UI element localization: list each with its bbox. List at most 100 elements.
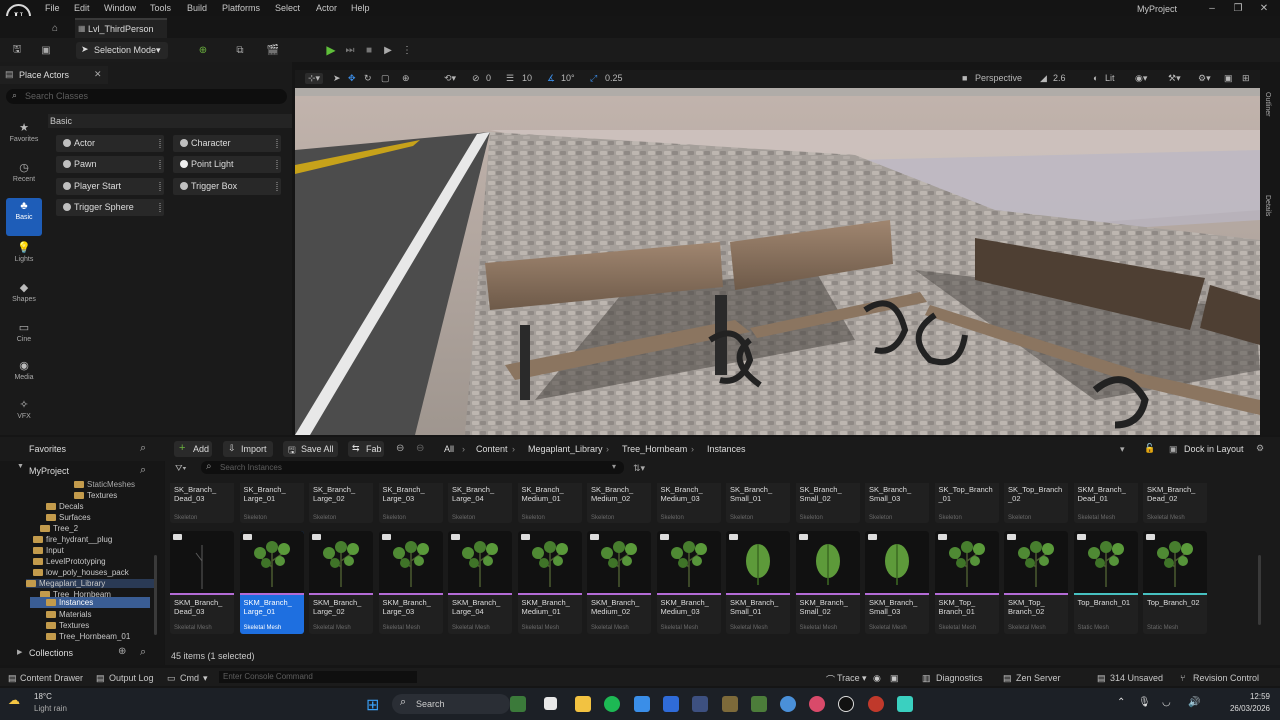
asset-tile[interactable]: SKM_Branch_ Medium_03 Skeletal Mesh — [656, 531, 721, 634]
rotate-snap-value[interactable]: 10° — [561, 73, 575, 83]
translate-tool-icon[interactable]: ✥ — [348, 73, 356, 84]
menu-actor[interactable]: Actor — [316, 3, 337, 13]
asset-tile[interactable]: SKM_Branch_ Large_03 Skeletal Mesh — [378, 531, 443, 634]
level-viewport[interactable] — [295, 70, 1260, 435]
asset-tile[interactable]: SK_Branch_ Small_03 Skeleton — [865, 483, 929, 523]
breadcrumb-all[interactable]: All — [444, 444, 454, 454]
menu-select[interactable]: Select — [275, 3, 300, 13]
scale-snap-icon[interactable]: ⤢ — [590, 73, 597, 84]
actor-item-actor[interactable]: Actor — [56, 135, 164, 152]
asset-tile[interactable]: SKM_Branch_ Small_02 Skeletal Mesh — [795, 531, 860, 634]
asset-tile[interactable]: SK_Branch_ Large_01 Skeleton — [239, 483, 304, 523]
asset-tile[interactable]: SK_Branch_ Medium_02 Skeleton — [587, 483, 651, 523]
content-icon[interactable]: ▣ — [39, 43, 53, 57]
play-options-icon[interactable]: ▶ — [381, 43, 395, 57]
output-log-button[interactable]: Output Log — [109, 673, 154, 683]
menu-window[interactable]: Window — [104, 3, 136, 13]
zen-server-button[interactable]: Zen Server — [1016, 673, 1061, 683]
asset-tile[interactable]: SKM_Top_ Branch_01 Skeletal Mesh — [934, 531, 999, 634]
file-explorer-icon[interactable] — [575, 696, 591, 712]
close-window-icon[interactable]: ✕ — [1258, 2, 1270, 14]
actor-item-character[interactable]: Character — [173, 135, 281, 152]
actor-item-player-start[interactable]: Player Start — [56, 178, 164, 195]
asset-tile-selected[interactable]: SKM_Branch_ Large_01 Skeletal Mesh — [239, 531, 304, 634]
task-view-icon[interactable] — [544, 697, 557, 710]
actor-item-trigger-sphere[interactable]: Trigger Sphere — [56, 199, 164, 216]
rotate-snap-icon[interactable]: ∡ — [547, 73, 555, 84]
dock-in-layout-button[interactable]: Dock in Layout — [1184, 444, 1244, 454]
tree-item[interactable]: Surfaces — [46, 513, 91, 522]
spotify-icon[interactable] — [604, 696, 620, 712]
tree-item[interactable]: Textures — [46, 621, 89, 630]
close-tab-icon[interactable]: ✕ — [94, 69, 102, 80]
tab-level[interactable]: ▦ Lvl_ThirdPerson — [75, 18, 167, 38]
asset-tile[interactable]: SK_Branch_ Small_02 Skeleton — [795, 483, 860, 523]
minimize-icon[interactable]: – — [1206, 2, 1218, 14]
actor-item-point-light[interactable]: Point Light — [173, 156, 281, 173]
wifi-icon[interactable]: ◡ — [1162, 697, 1171, 708]
app-pink-icon[interactable] — [809, 696, 825, 712]
asset-tile[interactable]: SK_Branch_ Medium_03 Skeleton — [656, 483, 721, 523]
add-collection-icon[interactable]: ⊕ — [118, 646, 126, 657]
app-red-icon[interactable] — [868, 696, 884, 712]
rotate-tool-icon[interactable]: ↻ — [364, 73, 372, 84]
minecraft-icon[interactable] — [751, 696, 767, 712]
surface-snap-icon[interactable]: ⟲▾ — [444, 73, 456, 84]
asset-tile[interactable]: SKM_Branch_ Medium_02 Skeletal Mesh — [587, 531, 651, 634]
asset-tile[interactable]: Top_Branch_01 Static Mesh — [1073, 531, 1138, 634]
content-drawer-button[interactable]: Content Drawer — [20, 673, 83, 683]
asset-tile[interactable]: SKM_Branch_ Dead_01 Skeletal Mesh — [1073, 483, 1138, 523]
scale-tool-icon[interactable]: ▢ — [381, 73, 390, 84]
tree-item-selected[interactable]: Instances — [30, 597, 150, 608]
app-game-icon[interactable] — [722, 696, 738, 712]
category-recent[interactable]: ◷ Recent — [4, 160, 44, 198]
breadcrumb-chevron-icon[interactable]: ▾ — [1120, 444, 1125, 455]
transform-menu-icon[interactable]: ⊹▾ — [305, 73, 324, 84]
category-favorites[interactable]: ★ Favorites — [4, 120, 44, 158]
temperature[interactable]: 18°C — [34, 692, 52, 701]
step-icon[interactable]: ⏭ — [343, 43, 357, 57]
taskbar-search[interactable]: ⌕ Search — [392, 694, 510, 714]
maximize-icon[interactable]: ❐ — [1232, 2, 1244, 14]
drag-handle[interactable] — [159, 160, 161, 169]
actor-item-trigger-box[interactable]: Trigger Box — [173, 178, 281, 195]
add-button[interactable]: + Add — [174, 441, 212, 457]
chevron-down-icon[interactable]: ▾ — [612, 462, 616, 471]
tree-item[interactable]: Input — [33, 546, 64, 555]
category-vfx[interactable]: ✧ VFX — [4, 397, 44, 435]
fov-value[interactable]: 2.6 — [1053, 73, 1066, 83]
trace-button[interactable]: Trace — [837, 673, 860, 683]
asset-tile[interactable]: Top_Branch_02 Static Mesh — [1143, 531, 1207, 634]
translate-snap-value[interactable]: 10 — [522, 73, 532, 83]
category-basic[interactable]: ♣ Basic — [6, 198, 42, 236]
unreal-engine-taskbar-icon[interactable] — [838, 696, 854, 712]
search-instances-input[interactable]: ⌕ Search Instances ▾ — [201, 461, 624, 474]
category-media[interactable]: ◉ Media — [4, 358, 44, 396]
drag-handle[interactable] — [276, 139, 278, 148]
breadcrumb-instances[interactable]: Instances — [707, 444, 746, 454]
play-icon[interactable]: ▶ — [324, 43, 338, 57]
sort-icon[interactable]: ⇅▾ — [633, 463, 645, 474]
breadcrumb-megaplant[interactable]: Megaplant_Library — [528, 444, 603, 454]
favorites-search-icon[interactable]: ⌕ — [140, 442, 146, 455]
diagnostics-button[interactable]: Diagnostics — [936, 673, 983, 683]
asset-tile[interactable]: SK_Top_Branch _01 Skeleton — [934, 483, 999, 523]
asset-tile[interactable]: SKM_Branch_ Large_02 Skeletal Mesh — [309, 531, 373, 634]
collapse-icon[interactable]: ▶ — [17, 648, 22, 656]
asset-scrollbar[interactable] — [1258, 555, 1261, 625]
add-actor-icon[interactable]: ⊕ — [196, 43, 210, 57]
menu-tools[interactable]: Tools — [150, 3, 171, 13]
app-blue-icon[interactable] — [634, 696, 650, 712]
fab-button[interactable]: ⇆ Fab — [348, 441, 384, 457]
home-icon[interactable]: ⌂ — [48, 21, 62, 35]
asset-tile[interactable]: SKM_Branch_ Small_03 Skeletal Mesh — [865, 531, 929, 634]
tab-place-actors[interactable]: ▤ Place Actors ✕ — [0, 66, 108, 84]
settings-icon[interactable]: ⚙▾ — [1198, 73, 1211, 84]
drag-handle[interactable] — [276, 182, 278, 191]
collections-header[interactable]: Collections — [29, 648, 73, 658]
weather-text[interactable]: Light rain — [34, 704, 67, 713]
actor-item-pawn[interactable]: Pawn — [56, 156, 164, 173]
asset-tile[interactable]: SK_Branch_ Large_03 Skeleton — [378, 483, 443, 523]
collections-search-icon[interactable]: ⌕ — [140, 646, 146, 659]
show-flags-icon[interactable]: ◉▾ — [1135, 73, 1147, 84]
